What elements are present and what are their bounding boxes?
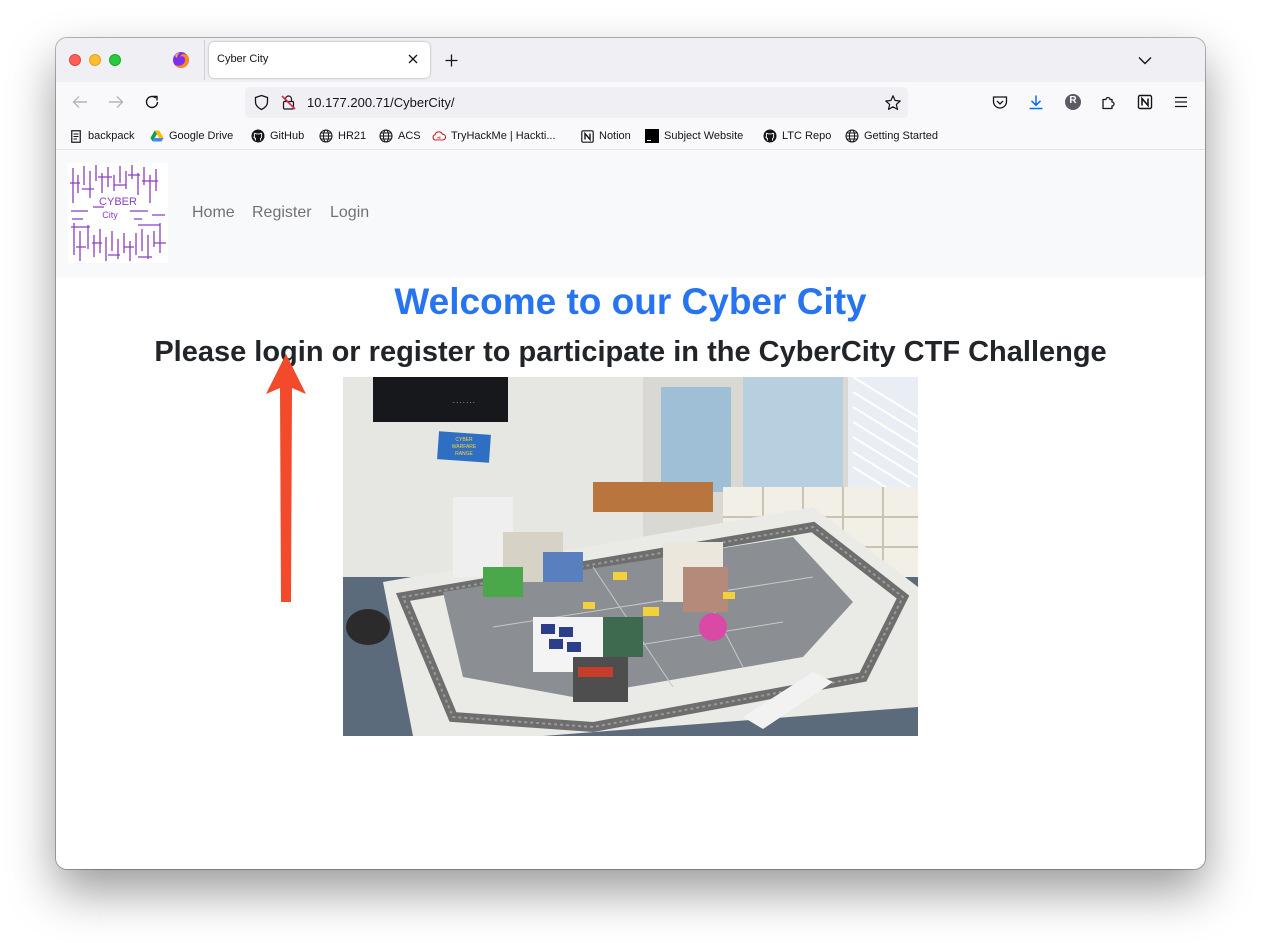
pocket-icon[interactable] xyxy=(990,92,1010,112)
bookmark-item[interactable]: Subject Website xyxy=(645,128,743,144)
bookmark-item[interactable]: Google Drive xyxy=(150,128,233,144)
bookmark-item[interactable]: TryHackMe | Hackti... xyxy=(432,128,556,144)
bookmark-item[interactable]: LTC Repo xyxy=(763,128,831,144)
site-navbar: CYBER City Home Register Login xyxy=(56,151,1205,277)
menu-icon[interactable] xyxy=(1171,92,1191,112)
page-content: CYBER City Home Register Login Welcome t… xyxy=(56,151,1205,869)
window-minimize-button[interactable] xyxy=(89,54,101,66)
bookmark-label: ACS xyxy=(398,130,421,142)
bookmark-item[interactable]: ACS xyxy=(379,128,421,144)
chevron-down-icon[interactable] xyxy=(1137,52,1153,68)
bookmark-item[interactable]: Notion xyxy=(580,128,631,144)
tab-title: Cyber City xyxy=(217,53,269,65)
photo-sign-line2: WARFARE xyxy=(452,444,477,450)
bookmark-item[interactable]: GitHub xyxy=(251,128,304,144)
bookmark-label: Google Drive xyxy=(169,130,234,142)
bookmark-star-icon[interactable] xyxy=(884,94,902,112)
window-maximize-button[interactable] xyxy=(109,54,121,66)
svg-text:. . . . . . .: . . . . . . . xyxy=(453,399,475,405)
globe-icon xyxy=(319,129,333,143)
bookmark-label: HR21 xyxy=(338,130,367,142)
bookmark-item[interactable]: Getting Started xyxy=(845,128,938,144)
github-icon xyxy=(763,129,777,143)
back-arrow-icon[interactable] xyxy=(70,92,90,112)
notion-extension-icon[interactable] xyxy=(1135,92,1155,112)
annotation-arrow-icon xyxy=(266,354,306,602)
tab-active[interactable]: Cyber City xyxy=(209,42,430,78)
photo-sign-line1: CYBER xyxy=(455,437,473,443)
logo-text-line1: CYBER xyxy=(99,196,137,208)
bookmarks-toolbar: backpack Google Drive GitHub HR21 ACS Tr… xyxy=(56,122,1205,150)
notion-icon xyxy=(580,129,594,143)
bookmark-label: backpack xyxy=(88,130,135,142)
bookmark-label: Subject Website xyxy=(664,130,744,142)
page-title: Welcome to our Cyber City xyxy=(394,281,867,322)
firefox-icon[interactable] xyxy=(172,51,190,69)
bookmark-label: TryHackMe | Hackti... xyxy=(451,130,556,142)
window-close-button[interactable] xyxy=(69,54,81,66)
terminal-icon xyxy=(645,129,659,143)
extensions-icon[interactable] xyxy=(1099,92,1119,112)
globe-icon xyxy=(379,129,393,143)
bookmark-item[interactable]: backpack xyxy=(69,128,134,144)
page-icon xyxy=(69,129,83,143)
bookmark-label: GitHub xyxy=(270,130,305,142)
bookmark-label: Notion xyxy=(599,130,631,142)
logo-text-line2: City xyxy=(102,210,118,220)
bookmark-item[interactable]: HR21 xyxy=(319,128,366,144)
globe-icon xyxy=(845,129,859,143)
downloads-icon[interactable] xyxy=(1026,92,1046,112)
profile-initial: R xyxy=(1069,95,1077,106)
nav-link-home[interactable]: Home xyxy=(192,204,235,222)
reload-icon[interactable] xyxy=(142,92,162,112)
forward-arrow-icon[interactable] xyxy=(106,92,126,112)
url-bar[interactable]: 10.177.200.71/CyberCity/ xyxy=(245,87,908,118)
cyber-city-photo: . . . . . . . CYBER WARFARE RANGE xyxy=(343,376,919,736)
tryhackme-icon xyxy=(432,129,446,143)
nav-link-login[interactable]: Login xyxy=(330,204,369,222)
nav-toolbar: 10.177.200.71/CyberCity/ R xyxy=(56,82,1205,122)
new-tab-icon[interactable] xyxy=(441,50,461,70)
insecure-lock-icon[interactable] xyxy=(280,94,297,111)
photo-sign-line3: RANGE xyxy=(455,451,473,457)
github-icon xyxy=(251,129,265,143)
shield-icon[interactable] xyxy=(253,94,270,111)
tab-strip: Cyber City xyxy=(56,38,1205,82)
cyber-city-logo[interactable]: CYBER City xyxy=(68,163,168,263)
url-text[interactable]: 10.177.200.71/CyberCity/ xyxy=(307,95,454,110)
bookmark-label: LTC Repo xyxy=(782,130,832,142)
tab-divider xyxy=(204,40,205,80)
nav-link-register[interactable]: Register xyxy=(252,204,312,222)
google-drive-icon xyxy=(150,129,164,143)
page-subtitle: Please login or register to participate … xyxy=(154,336,1107,368)
bookmark-label: Getting Started xyxy=(864,130,938,142)
tab-close-icon[interactable] xyxy=(404,50,422,68)
browser-window: Cyber City 10.177.200.71/CyberCity/ R ba… xyxy=(56,38,1205,869)
profile-avatar[interactable]: R xyxy=(1063,92,1083,112)
